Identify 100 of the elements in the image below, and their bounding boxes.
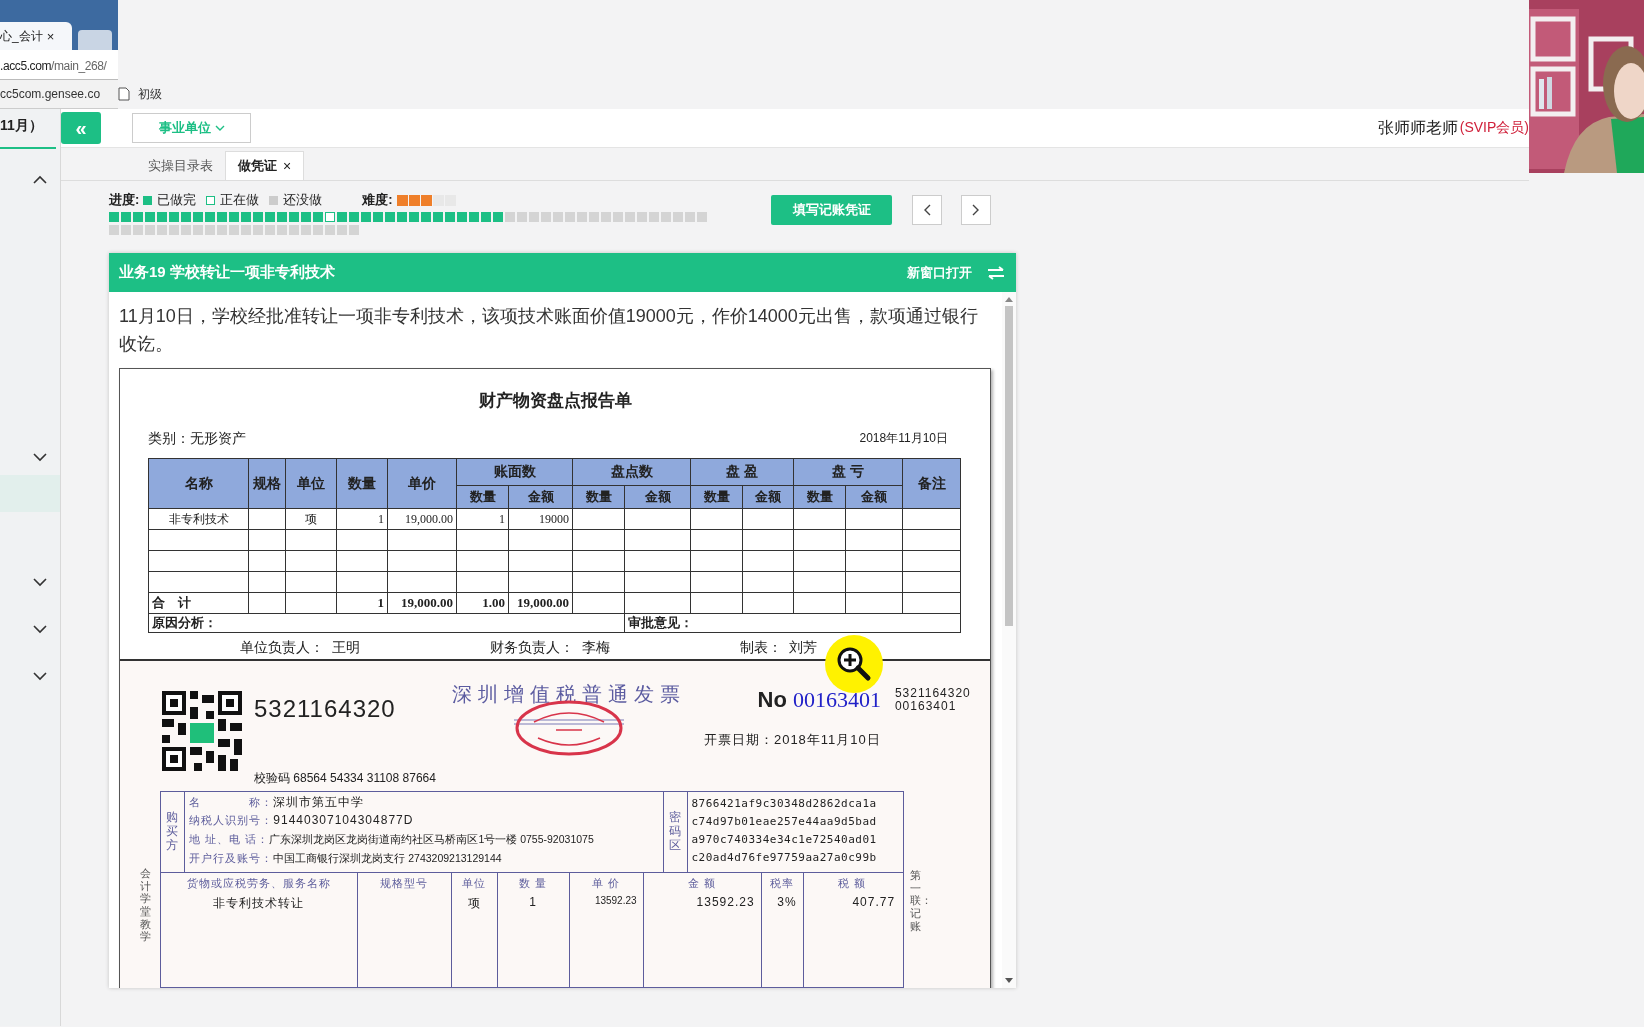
progress-step[interactable] bbox=[649, 212, 659, 222]
progress-step[interactable] bbox=[505, 212, 515, 222]
progress-step[interactable] bbox=[541, 212, 551, 222]
progress-step[interactable] bbox=[697, 212, 707, 222]
progress-step[interactable] bbox=[577, 212, 587, 222]
progress-step[interactable] bbox=[481, 212, 491, 222]
progress-step[interactable] bbox=[301, 225, 311, 235]
chevron-down-icon[interactable] bbox=[33, 577, 47, 587]
progress-step[interactable] bbox=[313, 212, 323, 222]
cipher-line: c74d97b01eae257e44aa9d5bad bbox=[691, 814, 877, 830]
progress-step[interactable] bbox=[565, 212, 575, 222]
progress-step[interactable] bbox=[133, 212, 143, 222]
progress-step[interactable] bbox=[589, 212, 599, 222]
progress-step[interactable] bbox=[253, 212, 263, 222]
progress-step[interactable] bbox=[277, 212, 287, 222]
bookmark-link[interactable]: cc5com.gensee.co bbox=[0, 87, 101, 101]
progress-step[interactable] bbox=[325, 225, 335, 235]
progress-step[interactable] bbox=[337, 225, 347, 235]
tab[interactable]: 实操目录表 bbox=[136, 152, 225, 180]
task-description: 11月10日，学校经批准转让一项非专利技术，该项技术账面价值19000元，作价14000元出售，款项通过银行收讫。 bbox=[119, 305, 979, 356]
progress-step[interactable] bbox=[457, 212, 467, 222]
close-icon[interactable]: × bbox=[283, 158, 292, 174]
previous-button[interactable] bbox=[912, 195, 942, 225]
column-header: 规格 bbox=[253, 474, 281, 491]
column-header: 账面数 bbox=[493, 463, 536, 479]
progress-step[interactable] bbox=[349, 212, 359, 222]
progress-step[interactable] bbox=[265, 212, 275, 222]
chevron-down-icon[interactable] bbox=[33, 671, 47, 681]
column-header: 数量 bbox=[585, 489, 612, 504]
progress-step[interactable] bbox=[289, 225, 299, 235]
progress-step[interactable] bbox=[445, 212, 455, 222]
chevron-down-icon[interactable] bbox=[33, 452, 47, 462]
progress-step[interactable] bbox=[337, 212, 347, 222]
progress-step[interactable] bbox=[349, 225, 359, 235]
chevron-down-icon[interactable] bbox=[33, 624, 47, 634]
progress-step[interactable] bbox=[385, 212, 395, 222]
column-header: 金额 bbox=[755, 489, 781, 504]
progress-step[interactable] bbox=[313, 225, 323, 235]
progress-step[interactable] bbox=[193, 212, 203, 222]
field-value: 广东深圳龙岗区龙岗街道南约社区马桥南区1号一楼 0755-92031075 bbox=[269, 833, 594, 847]
progress-step[interactable] bbox=[637, 212, 647, 222]
progress-step[interactable] bbox=[169, 212, 179, 222]
progress-step[interactable] bbox=[217, 225, 227, 235]
progress-step[interactable] bbox=[145, 225, 155, 235]
progress-step[interactable] bbox=[145, 212, 155, 222]
progress-step[interactable] bbox=[421, 212, 431, 222]
progress-step[interactable] bbox=[553, 212, 563, 222]
progress-step[interactable] bbox=[253, 225, 263, 235]
progress-step[interactable] bbox=[217, 212, 227, 222]
progress-step[interactable] bbox=[169, 225, 179, 235]
progress-step[interactable] bbox=[685, 212, 695, 222]
progress-step[interactable] bbox=[193, 225, 203, 235]
progress-step[interactable] bbox=[229, 225, 239, 235]
progress-step[interactable] bbox=[529, 212, 539, 222]
browser-tab[interactable]: 心_会计 × bbox=[0, 22, 72, 50]
swap-icon[interactable] bbox=[986, 265, 1006, 280]
scroll-down-icon[interactable] bbox=[1005, 978, 1013, 984]
progress-step[interactable] bbox=[625, 212, 635, 222]
progress-step[interactable] bbox=[325, 212, 335, 222]
new-tab-button[interactable] bbox=[78, 30, 112, 50]
progress-step[interactable] bbox=[265, 225, 275, 235]
progress-step[interactable] bbox=[241, 225, 251, 235]
scrollbar[interactable] bbox=[1002, 292, 1016, 988]
progress-step[interactable] bbox=[373, 212, 383, 222]
bookmark-link[interactable]: 初级 bbox=[138, 85, 163, 103]
progress-step[interactable] bbox=[241, 212, 251, 222]
progress-step[interactable] bbox=[289, 212, 299, 222]
progress-step[interactable] bbox=[181, 212, 191, 222]
progress-step[interactable] bbox=[157, 225, 167, 235]
scroll-up-icon[interactable] bbox=[1005, 296, 1013, 302]
progress-step[interactable] bbox=[109, 212, 119, 222]
progress-step[interactable] bbox=[109, 225, 119, 235]
progress-step[interactable] bbox=[121, 225, 131, 235]
progress-step[interactable] bbox=[433, 212, 443, 222]
next-button[interactable] bbox=[961, 195, 991, 225]
progress-step[interactable] bbox=[277, 225, 287, 235]
address-field[interactable]: .acc5.com/main_268/ bbox=[0, 59, 107, 73]
progress-step[interactable] bbox=[205, 212, 215, 222]
sidebar-item[interactable] bbox=[0, 475, 60, 512]
progress-step[interactable] bbox=[133, 225, 143, 235]
tab[interactable]: 做凭证 × bbox=[225, 151, 305, 180]
progress-step[interactable] bbox=[601, 212, 611, 222]
chevron-up-icon[interactable] bbox=[33, 174, 47, 184]
progress-step[interactable] bbox=[181, 225, 191, 235]
progress-step[interactable] bbox=[673, 212, 683, 222]
progress-step[interactable] bbox=[409, 212, 419, 222]
progress-step[interactable] bbox=[469, 212, 479, 222]
scrollbar-thumb[interactable] bbox=[1005, 306, 1013, 626]
progress-step[interactable] bbox=[361, 212, 371, 222]
tab-close-button[interactable]: × bbox=[46, 28, 55, 44]
progress-step[interactable] bbox=[229, 212, 239, 222]
progress-step[interactable] bbox=[205, 225, 215, 235]
progress-step[interactable] bbox=[397, 212, 407, 222]
progress-step[interactable] bbox=[493, 212, 503, 222]
progress-step[interactable] bbox=[157, 212, 167, 222]
progress-step[interactable] bbox=[613, 212, 623, 222]
progress-step[interactable] bbox=[661, 212, 671, 222]
progress-step[interactable] bbox=[121, 212, 131, 222]
progress-step[interactable] bbox=[301, 212, 311, 222]
progress-step[interactable] bbox=[517, 212, 527, 222]
